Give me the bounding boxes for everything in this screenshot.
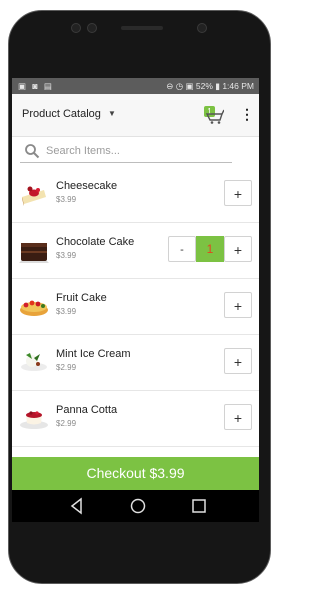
product-name: Chocolate Cake [56, 236, 135, 248]
add-button[interactable]: + [224, 180, 252, 206]
add-button[interactable]: + [224, 348, 252, 374]
cart-button[interactable]: 1 [202, 106, 224, 124]
product-price: $3.99 [56, 307, 77, 316]
panna-cotta-icon [20, 411, 48, 429]
product-price: $3.99 [56, 195, 77, 204]
overflow-menu-icon[interactable]: ⋮ [240, 107, 254, 121]
increment-button[interactable]: + [224, 236, 252, 262]
proximity-sensor-icon [197, 23, 207, 33]
mint-ice-cream-icon [21, 353, 47, 371]
product-name: Fruit Cake [56, 292, 107, 304]
search-icon [25, 144, 40, 159]
chocolate-cake-icon [19, 243, 49, 263]
cart-icon [205, 109, 224, 124]
front-camera-icon [71, 23, 81, 33]
search-bar[interactable]: Search Items... [20, 140, 232, 163]
list-item[interactable]: Panna Cotta $2.99 + [12, 391, 259, 447]
recents-icon[interactable] [190, 497, 208, 515]
product-name: Mint Ice Cream [56, 348, 131, 360]
product-price: $2.99 [56, 419, 77, 428]
decrement-button[interactable]: - [168, 236, 196, 262]
notification-icons: ▣ ◙ ▤ [18, 81, 54, 91]
quantity-value: 1 [196, 236, 224, 262]
phone-top-bezel [9, 11, 270, 81]
fruit-cake-icon [20, 300, 48, 316]
dropdown-caret-icon[interactable]: ▼ [108, 109, 116, 118]
list-item[interactable]: Chocolate Cake $3.99 - 1 + [12, 223, 259, 279]
catalog-dropdown-title[interactable]: Product Catalog [22, 108, 101, 120]
sensor-icon [87, 23, 97, 33]
status-bar: ▣ ◙ ▤ ⊖ ◷ ▣ 52% ▮ 1:46 PM [12, 78, 259, 94]
add-button[interactable]: + [224, 404, 252, 430]
earpiece-speaker [121, 26, 163, 30]
list-item[interactable]: Fruit Cake $3.99 + [12, 279, 259, 335]
android-nav-bar [12, 490, 259, 522]
app-bar: Product Catalog ▼ 1 ⋮ [12, 94, 259, 137]
app-screen: ▣ ◙ ▤ ⊖ ◷ ▣ 52% ▮ 1:46 PM Product Catalo… [12, 78, 259, 490]
add-button[interactable]: + [224, 292, 252, 318]
checkout-button[interactable]: Checkout $3.99 [12, 457, 259, 490]
product-name: Panna Cotta [56, 404, 118, 416]
product-name: Cheesecake [56, 180, 118, 192]
search-input[interactable]: Search Items... [46, 145, 120, 157]
status-right: ⊖ ◷ ▣ 52% ▮ 1:46 PM [166, 81, 254, 91]
product-price: $3.99 [56, 251, 77, 260]
home-icon[interactable] [129, 497, 147, 515]
list-item[interactable]: Cheesecake $3.99 + [12, 167, 259, 223]
product-price: $2.99 [56, 363, 77, 372]
list-item[interactable]: Mint Ice Cream $2.99 + [12, 335, 259, 391]
back-icon[interactable] [68, 497, 86, 515]
cheesecake-icon [22, 186, 46, 206]
